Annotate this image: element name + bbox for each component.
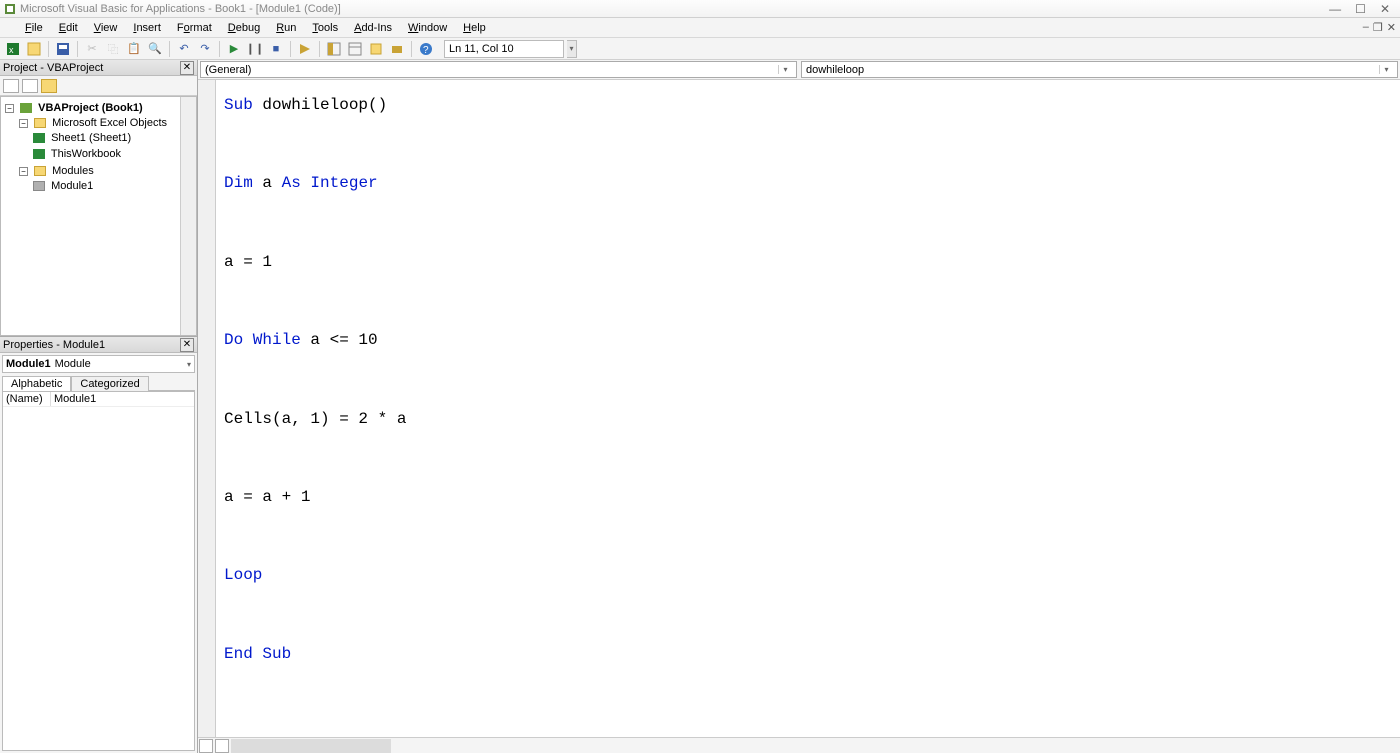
mdi-close-button[interactable]: ✕ [1387, 21, 1396, 34]
project-explorer-icon[interactable] [325, 40, 343, 58]
break-icon[interactable]: ❙❙ [246, 40, 264, 58]
properties-window-icon[interactable] [346, 40, 364, 58]
object-dropdown[interactable]: (General) ▾ [200, 61, 797, 78]
save-icon[interactable] [54, 40, 72, 58]
module-icon [33, 181, 45, 191]
menu-edit[interactable]: Edit [52, 20, 85, 36]
view-excel-icon[interactable]: x [4, 40, 22, 58]
run-icon[interactable]: ▶ [225, 40, 243, 58]
tree-project-root[interactable]: − VBAProject (Book1) − Microsoft Excel O… [5, 100, 194, 196]
minimize-button[interactable]: — [1329, 3, 1341, 15]
menu-tools[interactable]: Tools [305, 20, 345, 36]
reset-icon[interactable]: ■ [267, 40, 285, 58]
window-title: Microsoft Visual Basic for Applications … [20, 3, 1329, 15]
horizontal-scrollbar[interactable] [231, 739, 391, 753]
property-row[interactable]: (Name) Module1 [3, 392, 194, 407]
insert-module-icon[interactable] [25, 40, 43, 58]
menu-run[interactable]: Run [269, 20, 303, 36]
project-panel-title: Project - VBAProject [3, 62, 180, 74]
design-mode-icon[interactable] [296, 40, 314, 58]
property-value[interactable]: Module1 [51, 392, 194, 406]
procedure-view-button[interactable] [199, 739, 213, 753]
cut-icon[interactable]: ✂ [83, 40, 101, 58]
property-key: (Name) [3, 392, 51, 406]
tree-module1[interactable]: Module1 [33, 178, 194, 194]
menu-file[interactable]: File [18, 20, 50, 36]
svg-text:?: ? [423, 45, 429, 56]
project-panel-close-button[interactable]: ✕ [180, 61, 194, 75]
procedure-dropdown[interactable]: dowhileloop ▾ [801, 61, 1398, 78]
chevron-down-icon: ▾ [187, 360, 191, 369]
properties-panel-title: Properties - Module1 [3, 339, 180, 351]
find-icon[interactable]: 🔍 [146, 40, 164, 58]
properties-panel-header: Properties - Module1 ✕ [0, 337, 197, 353]
menu-view[interactable]: View [87, 20, 125, 36]
svg-text:x: x [9, 45, 14, 55]
workbook-icon [33, 149, 45, 159]
code-editor[interactable]: Sub dowhileloop() Dim a As Integer a = 1… [216, 80, 1400, 737]
tree-modules[interactable]: − Modules Module1 [19, 163, 194, 195]
mdi-restore-button[interactable]: ❐ [1373, 21, 1383, 34]
properties-panel-close-button[interactable]: ✕ [180, 338, 194, 352]
code-margin[interactable] [198, 80, 216, 737]
project-panel-header: Project - VBAProject ✕ [0, 60, 197, 76]
collapse-icon[interactable]: − [19, 167, 28, 176]
project-panel-toolbar [0, 76, 197, 96]
project-icon [20, 103, 32, 113]
worksheet-icon [33, 133, 45, 143]
properties-grid[interactable]: (Name) Module1 [2, 391, 195, 751]
menu-bar: File Edit View Insert Format Debug Run T… [0, 18, 1400, 38]
menu-insert[interactable]: Insert [126, 20, 168, 36]
view-code-icon[interactable] [3, 79, 19, 93]
close-button[interactable]: ✕ [1380, 3, 1390, 15]
project-tree[interactable]: − VBAProject (Book1) − Microsoft Excel O… [0, 96, 197, 336]
app-icon [4, 3, 16, 15]
tree-sheet1[interactable]: Sheet1 (Sheet1) [33, 130, 194, 146]
object-browser-icon[interactable] [367, 40, 385, 58]
code-view-buttons [198, 737, 1400, 753]
copy-icon[interactable]: ⿻ [104, 40, 122, 58]
menu-format[interactable]: Format [170, 20, 219, 36]
tree-scrollbar[interactable] [180, 97, 196, 335]
menu-debug[interactable]: Debug [221, 20, 267, 36]
tree-excel-objects[interactable]: − Microsoft Excel Objects Sheet1 (Sheet1… [19, 115, 194, 163]
collapse-icon[interactable]: − [5, 104, 14, 113]
undo-icon[interactable]: ↶ [175, 40, 193, 58]
folder-icon [34, 118, 46, 128]
chevron-down-icon: ▾ [1379, 65, 1393, 74]
properties-object-dropdown[interactable]: Module1 Module ▾ [2, 355, 195, 373]
help-icon[interactable]: ? [417, 40, 435, 58]
mdi-minimize-button[interactable]: – [1363, 21, 1369, 34]
title-bar: Microsoft Visual Basic for Applications … [0, 0, 1400, 18]
tree-thisworkbook[interactable]: ThisWorkbook [33, 146, 194, 162]
tab-categorized[interactable]: Categorized [71, 376, 148, 391]
full-module-view-button[interactable] [215, 739, 229, 753]
maximize-button[interactable]: ☐ [1355, 3, 1366, 15]
chevron-down-icon: ▾ [778, 65, 792, 74]
toolbox-icon[interactable] [388, 40, 406, 58]
paste-icon[interactable]: 📋 [125, 40, 143, 58]
tab-alphabetic[interactable]: Alphabetic [2, 376, 71, 391]
menu-addins[interactable]: Add-Ins [347, 20, 399, 36]
toolbar-overflow[interactable]: ▾ [567, 40, 577, 58]
menu-window[interactable]: Window [401, 20, 454, 36]
toggle-folders-icon[interactable] [41, 79, 57, 93]
folder-icon [34, 166, 46, 176]
view-object-icon[interactable] [22, 79, 38, 93]
collapse-icon[interactable]: − [19, 119, 28, 128]
menu-help[interactable]: Help [456, 20, 493, 36]
cursor-position: Ln 11, Col 10 [444, 40, 564, 58]
redo-icon[interactable]: ↷ [196, 40, 214, 58]
toolbar: x ✂ ⿻ 📋 🔍 ↶ ↷ ▶ ❙❙ ■ ? Ln 11, Col 10 ▾ [0, 38, 1400, 60]
